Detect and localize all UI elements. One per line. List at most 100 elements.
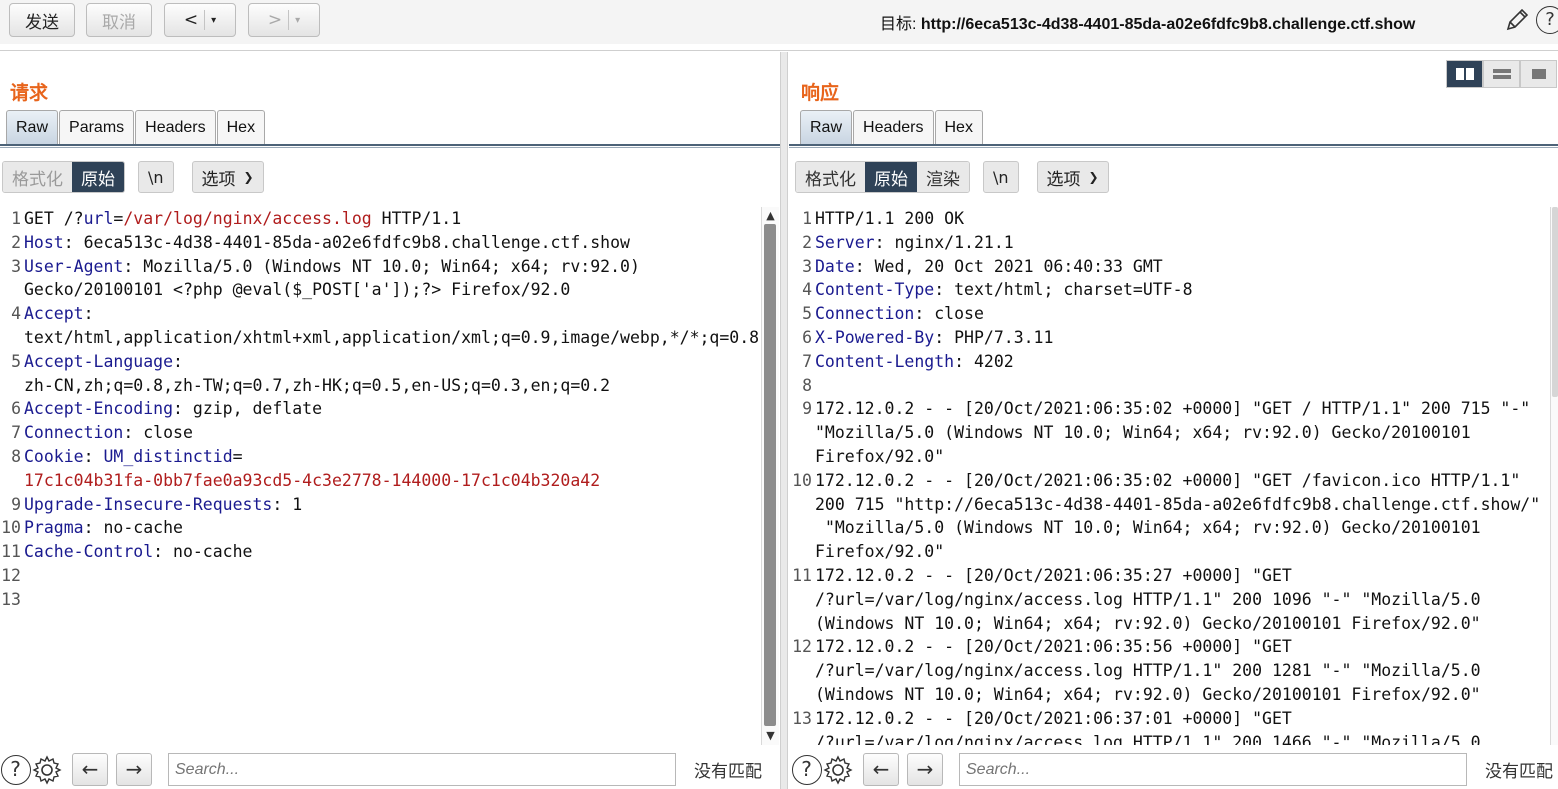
line-content: 172.12.0.2 - - [20/Oct/2021:06:35:27 +00… (815, 564, 1551, 635)
code-line: 13 (0, 588, 760, 612)
code-token: = (113, 209, 124, 228)
tab-raw[interactable]: Raw (6, 110, 59, 144)
newline-toggle[interactable]: \n (983, 161, 1019, 193)
code-token: 172.12.0.2 - - [20/Oct/2021:06:37:01 +00… (815, 708, 1481, 745)
code-token: = (232, 446, 243, 466)
chevron-down-icon: ❯ (1088, 170, 1099, 184)
layout-tabs-icon[interactable] (1520, 60, 1557, 88)
tab-underline (789, 144, 1558, 148)
line-content: Server: nginx/1.21.1 (815, 231, 1551, 255)
gear-icon[interactable] (31, 754, 62, 785)
dropdown-icon[interactable]: ▾ (211, 15, 216, 26)
scroll-up-icon[interactable]: ▲ (764, 209, 777, 223)
pretty-button[interactable]: 格式化 (796, 162, 865, 192)
history-forward-button[interactable]: > ▾ (248, 3, 320, 37)
pencil-edit-icon[interactable] (1503, 6, 1531, 34)
options-dropdown[interactable]: 选项 ❯ (191, 161, 264, 193)
search-next-button[interactable]: → (116, 753, 152, 786)
line-number: 4 (11, 304, 21, 324)
request-tabs: Raw Params Headers Hex (6, 110, 266, 144)
line-content: Connection: close (24, 421, 760, 445)
code-token: Server (815, 232, 875, 252)
line-content: X-Powered-By: PHP/7.3.11 (815, 326, 1551, 350)
search-prev-button[interactable]: ← (72, 753, 108, 786)
code-token: Connection (815, 304, 915, 324)
request-scrollbar[interactable]: ▲ ▼ (761, 207, 779, 745)
code-token: HTTP/1.1 200 OK (815, 209, 965, 228)
cancel-label: 取消 (102, 12, 136, 33)
code-token: : 6eca513c-4d38-4401-85da-a02e6fdfc9b8.c… (63, 232, 630, 252)
options-dropdown[interactable]: 选项 ❯ (1036, 161, 1109, 193)
raw-button[interactable]: 原始 (865, 162, 917, 192)
newline-toggle[interactable]: \n (138, 161, 174, 193)
help-icon[interactable]: ? (791, 754, 822, 785)
request-editor[interactable]: 1 GET /?url=/var/log/nginx/access.log HTT… (0, 207, 760, 745)
target-label: 目标: http://6eca513c-4d38-4401-85da-a02e6… (880, 10, 1415, 34)
code-token: url (83, 209, 114, 228)
chevron-down-icon: ❯ (243, 170, 254, 184)
code-line: 4 Content-Type: text/html; charset=UTF-8 (791, 278, 1551, 302)
scroll-thumb[interactable] (1552, 207, 1558, 397)
code-token: Connection (24, 423, 124, 443)
response-editor[interactable]: 1 HTTP/1.1 200 OK 2 Server: nginx/1.21.1 3 Da… (791, 207, 1551, 745)
line-content: GET /?url=/var/log/nginx/access.log HTTP… (24, 207, 760, 231)
line-number: 8 (802, 375, 812, 395)
code-token: : text/html,application/xhtml+xml,applic… (24, 304, 760, 347)
line-content: Pragma: no-cache (24, 516, 760, 540)
separator (288, 10, 290, 30)
code-token: X-Powered-By (815, 327, 935, 347)
cancel-button[interactable]: 取消 (86, 3, 152, 37)
line-number: 1 (11, 209, 21, 228)
code-token: Accept-Encoding (24, 399, 174, 419)
code-line: 10 Pragma: no-cache (0, 516, 760, 540)
line-content: Connection: close (815, 302, 1551, 326)
tab-hex[interactable]: Hex (216, 110, 266, 144)
response-scrollbar[interactable] (1550, 207, 1558, 745)
history-back-button[interactable]: < ▾ (164, 3, 236, 37)
code-token: : no-cache (153, 542, 253, 562)
line-number: 11 (1, 542, 21, 562)
code-token: : close (914, 304, 984, 324)
search-input[interactable] (168, 753, 676, 786)
search-prev-button[interactable]: ← (863, 753, 899, 786)
match-count: 没有匹配 (1485, 762, 1553, 782)
line-content: 172.12.0.2 - - [20/Oct/2021:06:35:02 +00… (815, 469, 1551, 564)
search-next-button[interactable]: → (907, 753, 943, 786)
code-line: 12 172.12.0.2 - - [20/Oct/2021:06:35:56 +… (791, 635, 1551, 706)
pretty-button[interactable]: 格式化 (3, 162, 72, 192)
layout-toggle (1446, 60, 1557, 88)
scroll-thumb[interactable] (764, 224, 776, 726)
render-button[interactable]: 渲染 (917, 162, 969, 192)
layout-side-by-side-icon[interactable] (1446, 60, 1483, 88)
scroll-down-icon[interactable]: ▼ (764, 729, 777, 743)
line-content: 172.12.0.2 - - [20/Oct/2021:06:35:02 +00… (815, 397, 1551, 468)
code-line: 4 Accept: text/html,application/xhtml+xml… (0, 302, 760, 350)
request-search-bar: ? ← → 没有匹配 (0, 750, 762, 789)
raw-button[interactable]: 原始 (72, 162, 124, 192)
response-tabs: Raw Headers Hex (800, 110, 984, 144)
code-token: GET /? (24, 209, 84, 228)
line-content: 172.12.0.2 - - [20/Oct/2021:06:37:01 +00… (815, 707, 1551, 745)
tab-hex[interactable]: Hex (934, 110, 983, 144)
help-icon[interactable]: ? (0, 754, 31, 785)
options-label: 选项 (1046, 169, 1081, 190)
pane-splitter[interactable] (780, 52, 788, 789)
send-button[interactable]: 发送 (9, 3, 75, 37)
tab-headers[interactable]: Headers (853, 110, 934, 144)
help-icon[interactable]: ? (1536, 6, 1558, 34)
dropdown-icon[interactable]: ▾ (295, 15, 300, 26)
forward-arrow-icon: > (267, 10, 283, 30)
search-input[interactable] (959, 753, 1467, 786)
response-pane: 响应 Raw Headers Hex 格式化 原始 渲染 \n 选项 ❯ 1 HTT… (789, 52, 1558, 789)
line-number: 9 (11, 494, 21, 514)
line-content: Host: 6eca513c-4d38-4401-85da-a02e6fdfc9… (24, 231, 760, 255)
line-number: 8 (11, 446, 21, 466)
layout-stacked-icon[interactable] (1483, 60, 1520, 88)
line-content: User-Agent: Mozilla/5.0 (Windows NT 10.0… (24, 255, 760, 303)
tab-raw[interactable]: Raw (800, 110, 853, 144)
tab-headers[interactable]: Headers (135, 110, 216, 144)
gear-icon[interactable] (822, 754, 853, 785)
code-line: 8 (791, 374, 1551, 398)
tab-params[interactable]: Params (59, 110, 135, 144)
line-number: 12 (792, 637, 812, 657)
